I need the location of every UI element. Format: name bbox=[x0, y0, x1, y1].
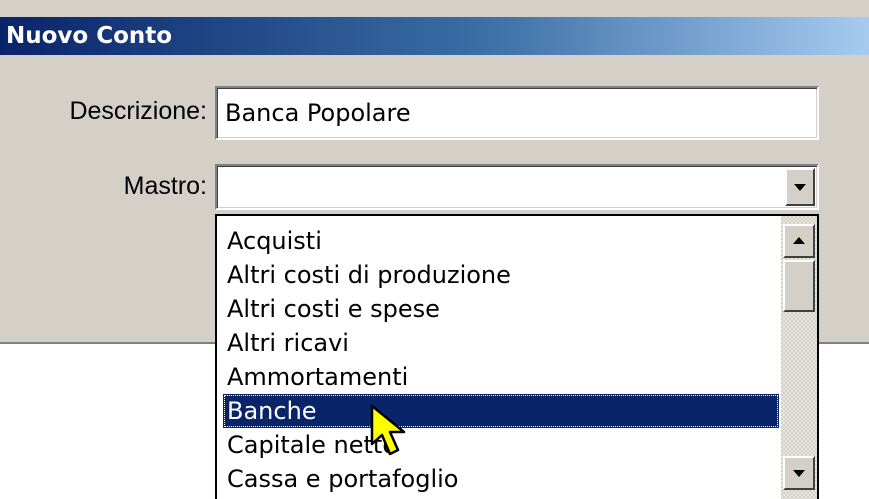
vertical-scrollbar[interactable] bbox=[781, 216, 817, 499]
mastro-dropdown-list[interactable]: Acquisti Altri costi di produzione Altri… bbox=[215, 214, 819, 499]
mastro-dropdown-button[interactable] bbox=[785, 168, 815, 206]
scroll-thumb[interactable] bbox=[783, 260, 815, 312]
mastro-combobox[interactable] bbox=[215, 164, 819, 210]
title-bar[interactable]: Nuovo Conto bbox=[0, 17, 869, 55]
mouse-pointer-icon bbox=[370, 404, 406, 456]
descrizione-label: Descrizione: bbox=[69, 97, 207, 125]
dropdown-items: Acquisti Altri costi di produzione Altri… bbox=[223, 224, 779, 496]
descrizione-input[interactable]: Banca Popolare bbox=[215, 86, 819, 140]
scroll-up-button[interactable] bbox=[783, 224, 815, 258]
descrizione-value: Banca Popolare bbox=[225, 99, 411, 127]
arrow-up-icon bbox=[793, 237, 805, 244]
arrow-down-icon bbox=[793, 470, 805, 477]
list-item-capitale-netto[interactable]: Capitale netto bbox=[223, 428, 779, 462]
chevron-down-icon bbox=[794, 184, 806, 191]
list-item-acquisti[interactable]: Acquisti bbox=[223, 224, 779, 258]
list-item-altri-costi-di-produzione[interactable]: Altri costi di produzione bbox=[223, 258, 779, 292]
list-item-banche[interactable]: Banche bbox=[223, 394, 779, 428]
mastro-label: Mastro: bbox=[123, 172, 207, 200]
list-item-altri-ricavi[interactable]: Altri ricavi bbox=[223, 326, 779, 360]
list-item-altri-costi-e-spese[interactable]: Altri costi e spese bbox=[223, 292, 779, 326]
window-title: Nuovo Conto bbox=[6, 23, 173, 49]
list-item-ammortamenti[interactable]: Ammortamenti bbox=[223, 360, 779, 394]
scroll-down-button[interactable] bbox=[783, 456, 815, 490]
list-item-cassa-e-portafoglio[interactable]: Cassa e portafoglio bbox=[223, 462, 779, 496]
